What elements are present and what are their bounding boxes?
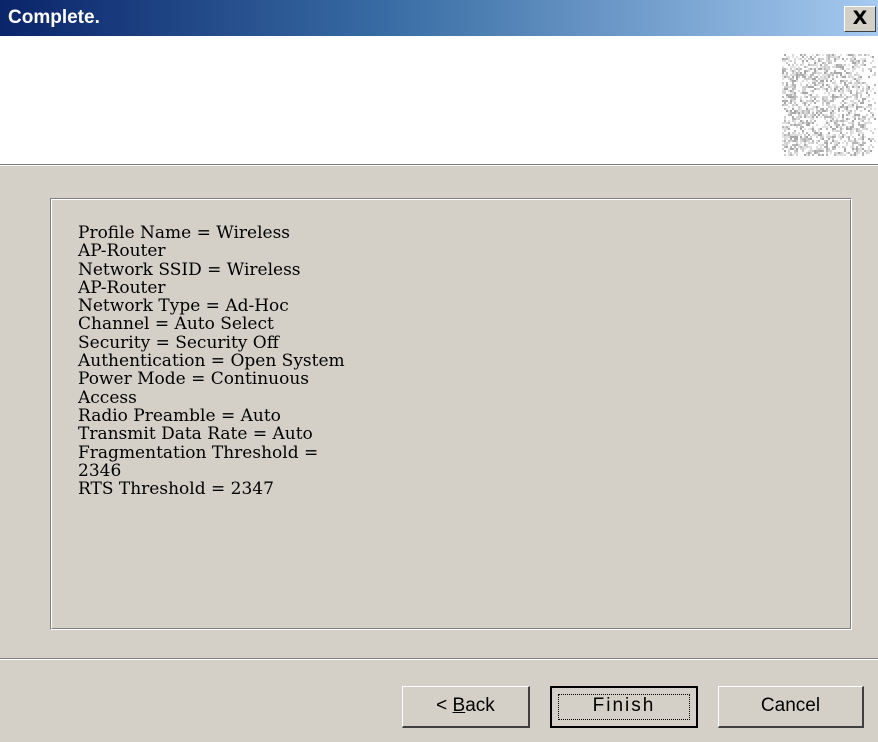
summary-line: Fragmentation Threshold = bbox=[78, 442, 319, 463]
finish-button[interactable]: Finish bbox=[550, 686, 698, 728]
cancel-button[interactable]: Cancel bbox=[718, 686, 864, 728]
title-bar[interactable]: Complete. X bbox=[0, 0, 878, 36]
finish-button-label: Finish bbox=[592, 695, 656, 716]
summary-line: Access bbox=[78, 387, 137, 408]
footer-divider bbox=[0, 658, 878, 660]
summary-line: AP-Router bbox=[78, 277, 166, 298]
back-button-rest: ack bbox=[465, 695, 495, 716]
back-button-prefix: < bbox=[436, 695, 453, 716]
back-button[interactable]: < Back bbox=[402, 686, 530, 728]
close-button[interactable]: X bbox=[844, 6, 876, 32]
summary-line: Power Mode = Continuous bbox=[78, 369, 310, 390]
summary-line: Profile Name = Wireless bbox=[78, 223, 291, 243]
wireless-noise-graphic-icon bbox=[782, 54, 876, 156]
header-divider bbox=[0, 164, 878, 166]
summary-line: Authentication = Open System bbox=[78, 351, 345, 372]
close-icon: X bbox=[852, 7, 868, 29]
header-panel bbox=[0, 36, 878, 164]
wizard-window: Complete. X Profile Name = Wireless AP-R… bbox=[0, 0, 878, 742]
summary-line: Transmit Data Rate = Auto bbox=[78, 424, 313, 445]
summary-text: Profile Name = Wireless AP-Router Networ… bbox=[78, 223, 345, 500]
summary-line: 2346 bbox=[78, 460, 122, 481]
summary-line: Network SSID = Wireless bbox=[78, 259, 301, 280]
summary-line: Network Type = Ad-Hoc bbox=[78, 296, 289, 317]
summary-line: AP-Router bbox=[78, 241, 166, 262]
window-title: Complete. bbox=[8, 7, 100, 28]
summary-line: Security = Security Off bbox=[78, 332, 279, 353]
cancel-button-label: Cancel bbox=[760, 695, 821, 716]
summary-line: RTS Threshold = 2347 bbox=[78, 479, 274, 500]
back-button-accelerator: B bbox=[452, 695, 466, 716]
summary-line: Channel = Auto Select bbox=[78, 314, 274, 335]
summary-line: Radio Preamble = Auto bbox=[78, 405, 281, 426]
